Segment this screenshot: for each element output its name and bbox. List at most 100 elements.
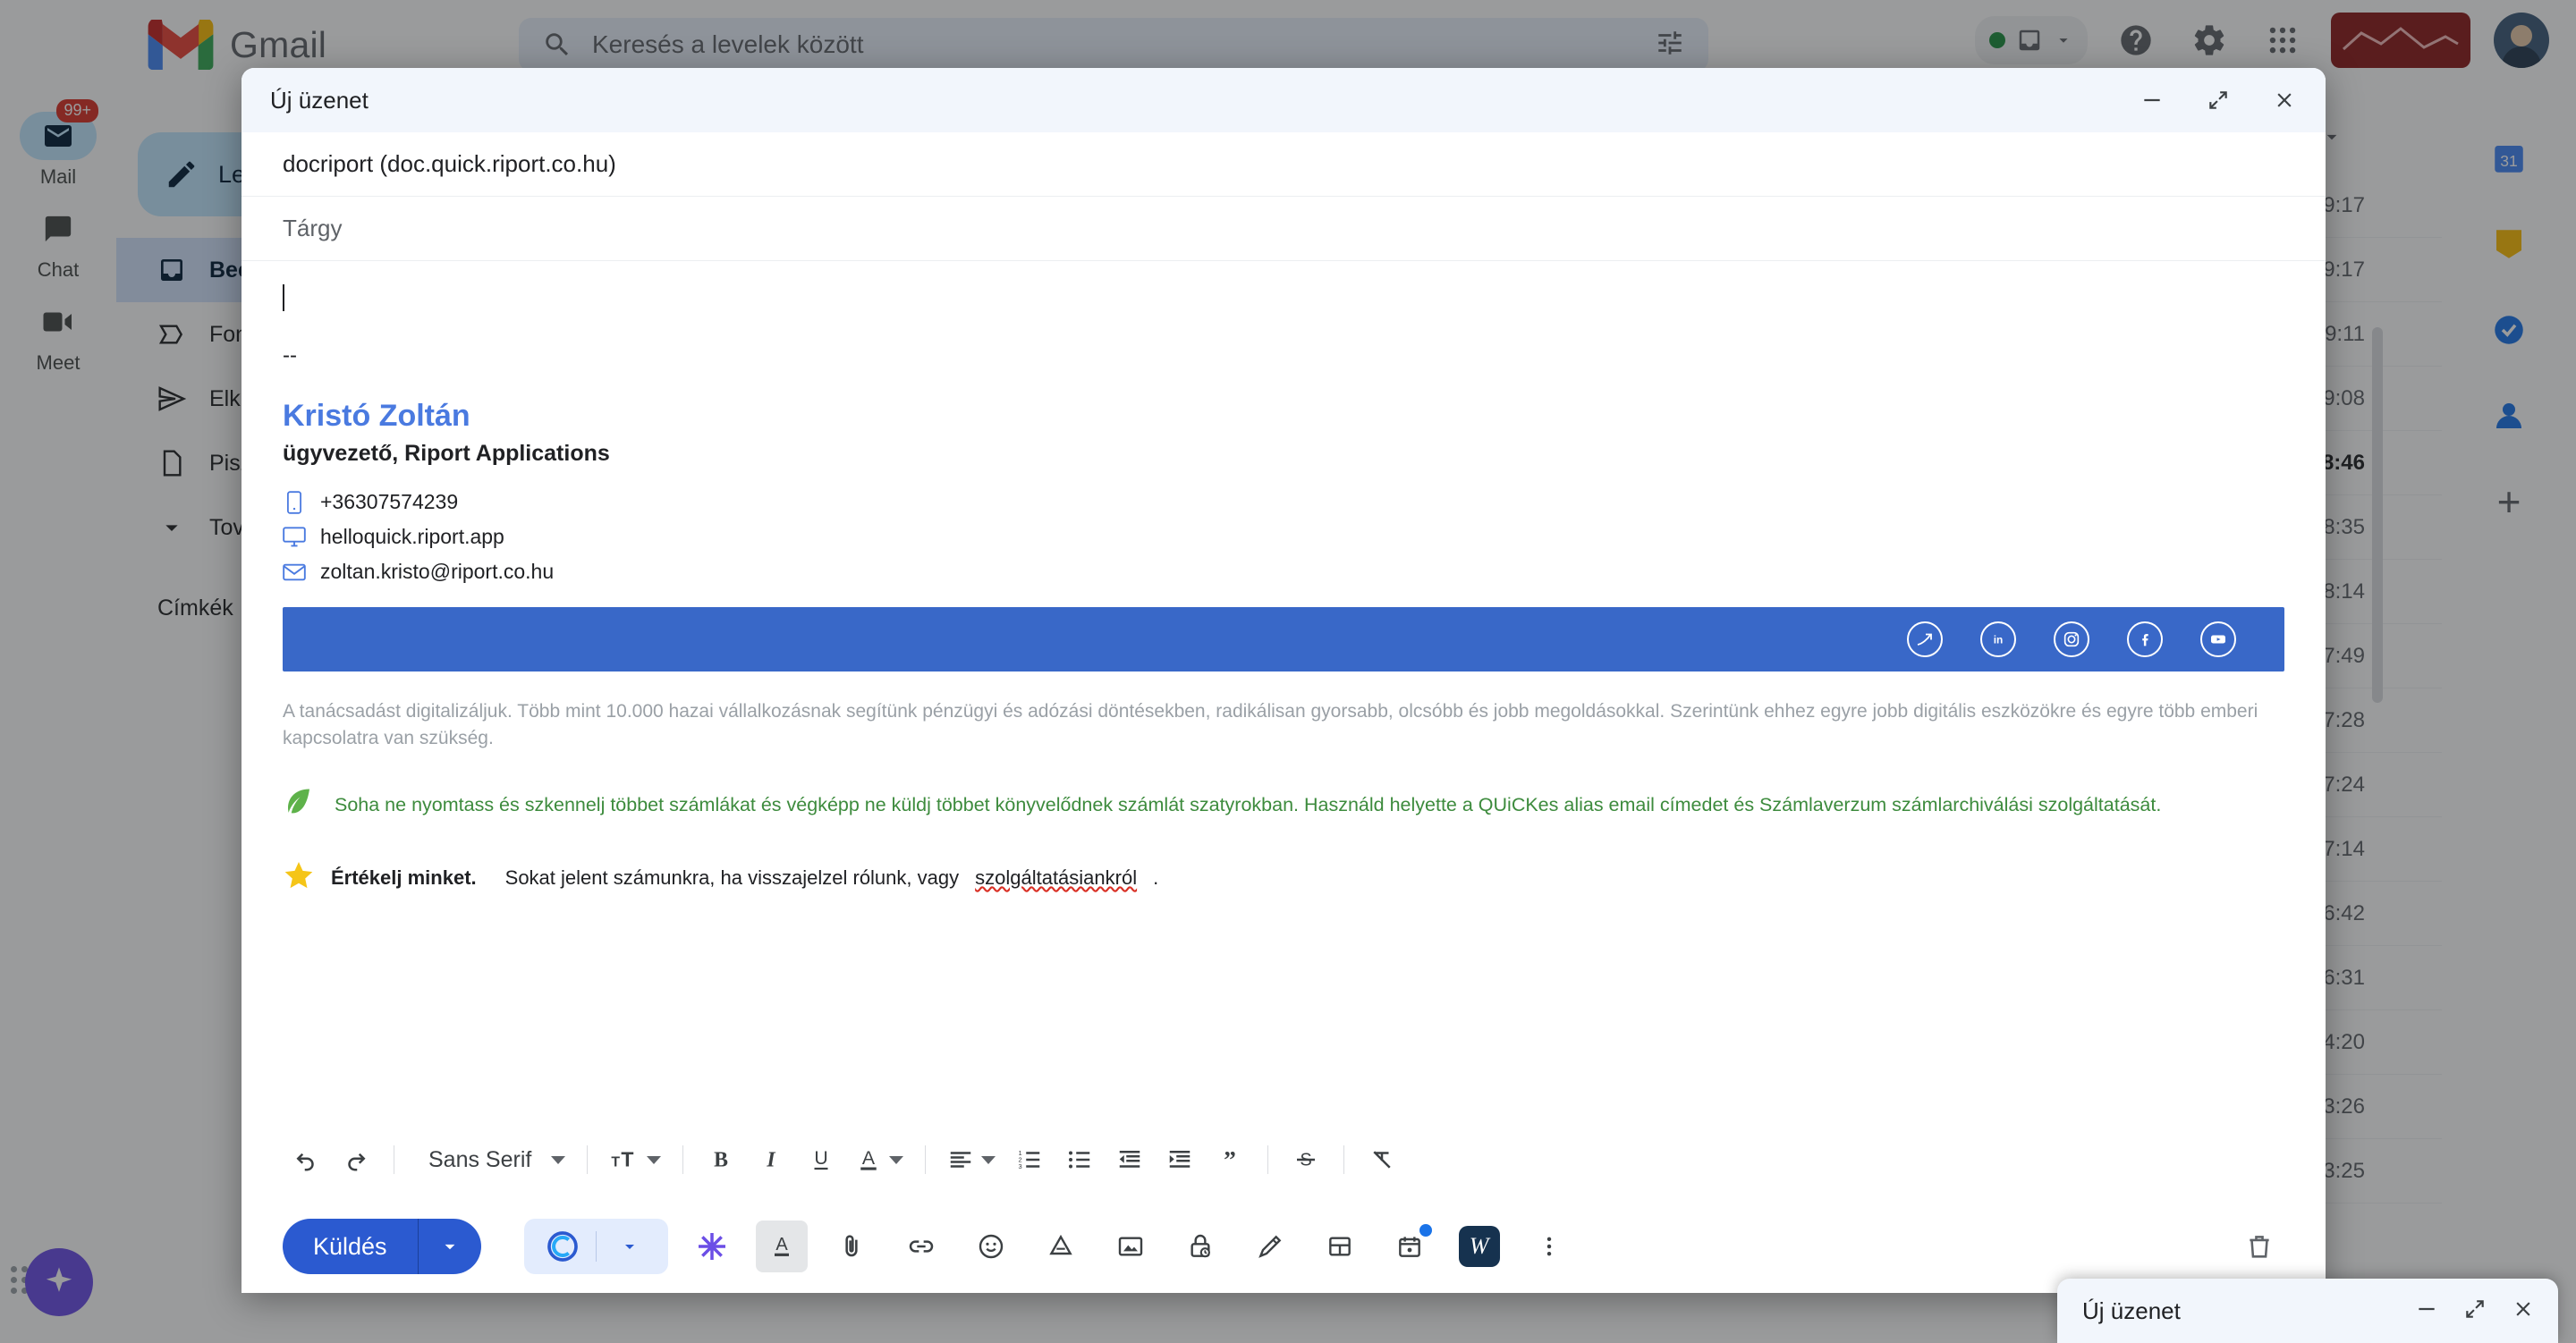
link-icon[interactable]: [895, 1221, 947, 1272]
signature-email[interactable]: zoltan.kristo@riport.co.hu: [320, 560, 554, 584]
svg-text:T: T: [622, 1147, 634, 1170]
signature-website-row: helloquick.riport.app: [283, 525, 2284, 549]
minimize-icon[interactable]: [2134, 82, 2170, 118]
minimize-icon[interactable]: [2415, 1297, 2438, 1325]
chevron-down-icon: [551, 1155, 566, 1164]
signature-contacts: +36307574239 helloquick.riport.app zolta…: [283, 490, 2284, 584]
leaf-icon: [283, 785, 315, 824]
subject-field[interactable]: Tárgy: [242, 197, 2326, 261]
send-options-button[interactable]: [419, 1235, 481, 1258]
rate-tail: .: [1153, 866, 1159, 889]
popout-icon[interactable]: [2200, 82, 2236, 118]
recipient-field[interactable]: docriport (doc.quick.riport.co.hu): [242, 132, 2326, 197]
svg-text:A: A: [862, 1147, 876, 1169]
toolbar-divider: [682, 1145, 684, 1174]
gemini-circle-icon[interactable]: [537, 1221, 589, 1272]
message-body[interactable]: -- Kristó Zoltán ügyvezető, Riport Appli…: [242, 261, 2326, 1132]
gemini-divider: [595, 1231, 597, 1262]
emoji-icon[interactable]: [965, 1221, 1017, 1272]
spark-asterisk-icon[interactable]: [686, 1221, 738, 1272]
signature-phone: +36307574239: [320, 490, 459, 513]
blockquote-icon[interactable]: ”: [1207, 1136, 1253, 1183]
indent-increase-icon[interactable]: [1157, 1136, 1203, 1183]
rocket-arrow-icon[interactable]: [1907, 621, 1943, 657]
svg-text:B: B: [714, 1149, 728, 1172]
compose-header-actions: [2134, 82, 2302, 118]
compose-header: Új üzenet: [242, 68, 2326, 132]
schedule-send-icon[interactable]: [1384, 1221, 1436, 1272]
youtube-icon[interactable]: [2200, 621, 2236, 657]
mobile-phone-icon: [283, 490, 306, 514]
wrike-icon[interactable]: W: [1453, 1221, 1505, 1272]
svg-text:3: 3: [1019, 1162, 1022, 1170]
svg-text:”: ”: [1224, 1146, 1236, 1173]
paperclip-icon[interactable]: [826, 1221, 877, 1272]
svg-text:A: A: [775, 1235, 788, 1254]
star-icon: [283, 859, 315, 897]
chevron-down-icon: [981, 1155, 996, 1164]
close-icon[interactable]: [2267, 82, 2302, 118]
svg-text:I: I: [767, 1149, 776, 1172]
font-family-label: Sans Serif: [428, 1146, 532, 1172]
bulleted-list-icon[interactable]: [1056, 1136, 1103, 1183]
numbered-list-icon[interactable]: 123: [1006, 1136, 1053, 1183]
monitor-icon: [283, 526, 306, 549]
signature-role: ügyvezető, Riport Applications: [283, 441, 610, 466]
chevron-down-icon: [647, 1155, 662, 1164]
notification-dot: [1419, 1224, 1432, 1237]
compose-title: Új üzenet: [270, 86, 369, 114]
instagram-icon[interactable]: [2054, 621, 2089, 657]
signature-green-text: Soha ne nyomtass és szkennelj többet szá…: [335, 793, 2162, 815]
align-left-icon[interactable]: [940, 1136, 1003, 1183]
image-icon[interactable]: [1105, 1221, 1157, 1272]
send-button[interactable]: Küldés: [283, 1219, 481, 1274]
remove-formatting-icon[interactable]: [1359, 1136, 1405, 1183]
text-cursor: [283, 284, 284, 311]
gemini-options-button[interactable]: [604, 1221, 656, 1272]
chevron-down-icon: [889, 1155, 904, 1164]
close-icon[interactable]: [2512, 1297, 2535, 1325]
undo-icon[interactable]: [283, 1136, 329, 1183]
rate-link[interactable]: szolgáltatásiankról: [975, 866, 1137, 890]
font-family-selector[interactable]: Sans Serif: [409, 1136, 572, 1183]
minimized-compose-window[interactable]: Új üzenet: [2057, 1279, 2558, 1343]
toolbar-divider: [1343, 1145, 1345, 1174]
font-size-icon[interactable]: TT: [602, 1136, 668, 1183]
signature-name: Kristó Zoltán: [283, 399, 470, 433]
recipient-value: docriport (doc.quick.riport.co.hu): [283, 150, 616, 177]
popout-icon[interactable]: [2463, 1297, 2487, 1325]
minimized-compose-title: Új üzenet: [2082, 1297, 2181, 1324]
signature-paragraph: A tanácsadást digitalizáljuk. Több mint …: [283, 701, 2258, 749]
compose-window: Új üzenet docriport (doc.quick.riport.co…: [242, 68, 2326, 1293]
more-vertical-icon[interactable]: [1523, 1221, 1575, 1272]
italic-button[interactable]: I: [748, 1136, 794, 1183]
facebook-icon[interactable]: [2127, 621, 2163, 657]
signature-social-banner: in: [283, 607, 2284, 672]
google-drive-icon[interactable]: [1035, 1221, 1087, 1272]
indent-decrease-icon[interactable]: [1106, 1136, 1153, 1183]
toolbar-divider: [587, 1145, 589, 1174]
discard-draft-button[interactable]: [2234, 1221, 2284, 1271]
text-color-button[interactable]: A: [848, 1136, 911, 1183]
minimized-compose-actions: [2415, 1297, 2535, 1325]
gemini-assist-group[interactable]: [523, 1219, 668, 1274]
underline-button[interactable]: U: [798, 1136, 844, 1183]
signature-website[interactable]: helloquick.riport.app: [320, 525, 504, 549]
layout-template-icon[interactable]: [1314, 1221, 1366, 1272]
wrike-glyph: W: [1458, 1226, 1500, 1267]
rate-text: Sokat jelent számunkra, ha visszajelzel …: [504, 866, 960, 889]
bold-button[interactable]: B: [698, 1136, 744, 1183]
screen-root: Gmail Keresés a levelek között 99+ Mail …: [0, 0, 2576, 1343]
svg-text:T: T: [612, 1154, 621, 1170]
compose-bottom-bar: Küldés A W: [242, 1200, 2326, 1293]
signature-separator: --: [283, 343, 297, 367]
toolbar-divider: [1267, 1145, 1269, 1174]
rate-heading: Értékelj minket.: [331, 866, 477, 889]
redo-icon[interactable]: [333, 1136, 379, 1183]
linkedin-icon[interactable]: in: [1980, 621, 2016, 657]
text-format-icon[interactable]: A: [755, 1221, 808, 1272]
pen-signature-icon[interactable]: [1244, 1221, 1296, 1272]
signature-green-row: Soha ne nyomtass és szkennelj többet szá…: [283, 785, 2284, 824]
strikethrough-icon[interactable]: S: [1283, 1136, 1329, 1183]
confidential-lock-icon[interactable]: [1174, 1221, 1226, 1272]
